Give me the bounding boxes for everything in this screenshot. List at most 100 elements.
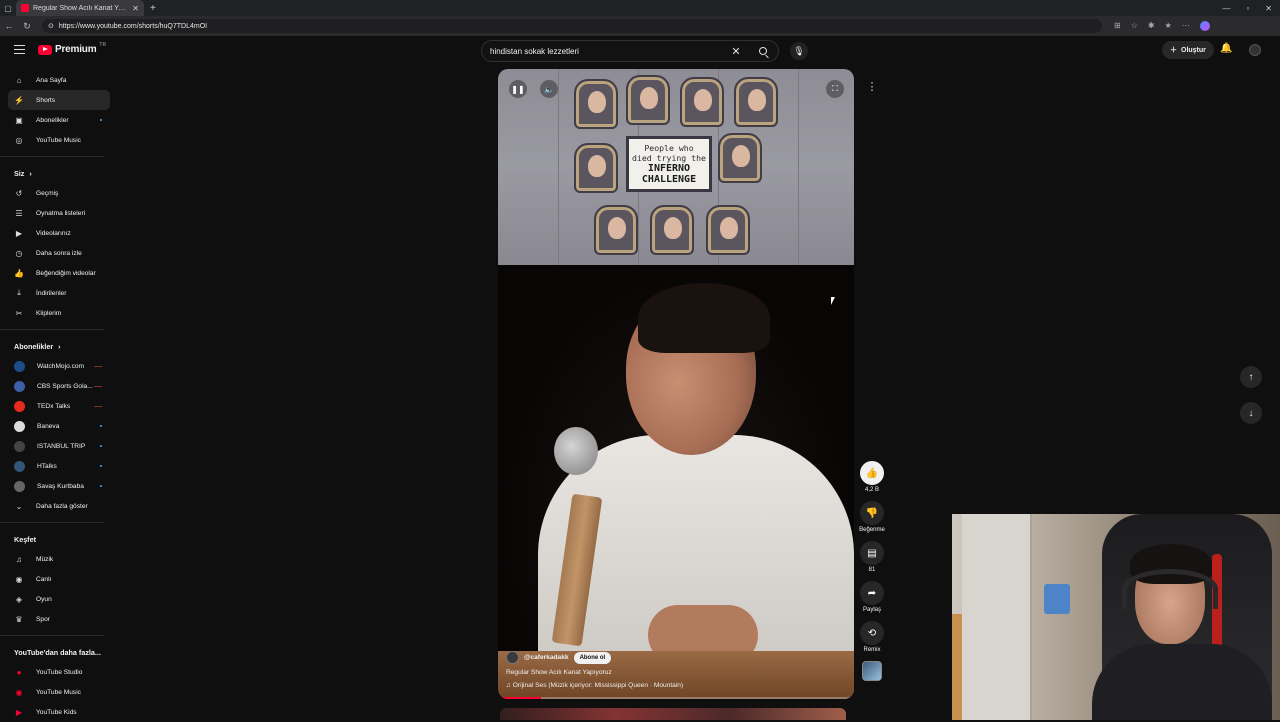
sidebar-item-youtube-music-app[interactable]: ◉ YouTube Music [0,682,118,702]
hamburger-menu-icon[interactable] [14,45,25,54]
sidebar-channel-savas-kurtbaba[interactable]: Savaş Kurtbaba [0,476,118,496]
site-info-icon[interactable]: ⊙ [48,22,54,30]
new-tab-button[interactable]: + [150,3,156,14]
sidebar-item-label: Daha sonra izle [36,249,82,257]
sidebar-item-music[interactable]: ♫ Müzik [0,549,118,569]
remix-button[interactable]: ⟲ [860,621,884,645]
sidebar-item-label: Abonelikler [36,116,69,124]
voice-search-icon[interactable]: 🎙 [790,42,808,60]
notifications-bell-icon[interactable]: 🔔 [1220,43,1232,54]
fullscreen-button[interactable]: ⛶ [826,80,844,98]
tab-close-icon[interactable]: ✕ [132,4,139,13]
sidebar-item-label: Ana Sayfa [36,76,67,84]
previous-short-button[interactable]: ↑ [1240,366,1262,388]
explore-section-heading: Keşfet [0,529,118,549]
browser-tab[interactable]: Regular Show Acılı Kanat Yapıyoruz ✕ [16,0,144,16]
sidebar-item-subscriptions[interactable]: ▣ Abonelikler [0,110,118,130]
extensions-icon[interactable]: ✱ [1148,21,1155,31]
sidebar-item-clips[interactable]: ✂ Kliplerim [0,303,118,323]
cartoon-panel: People who died trying the INFERNO CHALL… [498,69,854,265]
more-icon[interactable]: ⋯ [1182,21,1190,31]
subscriptions-section-heading[interactable]: Abonelikler › [0,336,118,356]
more-options-icon[interactable]: ⋮ [866,80,878,98]
sidebar-item-gaming[interactable]: ◈ Oyun [0,589,118,609]
short-title[interactable]: Regular Show Acılı Kanat Yapıyoruz [506,669,836,676]
sidebar-item-history[interactable]: ↺ Geçmiş [0,183,118,203]
new-content-dot [100,465,102,467]
sidebar-item-liked-videos[interactable]: 👍 Beğendiğim videolar [0,263,118,283]
webcam-overlay [952,514,1280,720]
sound-link[interactable]: ♫ Orijinal Ses (Müzik içeriyor: Mississi… [506,682,836,689]
sidebar-item-playlists[interactable]: ☰ Oynatma listeleri [0,203,118,223]
sidebar-item-youtube-kids[interactable]: ▶ YouTube Kids [0,702,118,722]
sidebar-item-sports[interactable]: ♛ Spor [0,609,118,629]
sound-thumbnail[interactable] [862,661,882,681]
sidebar-channel-watchmojo[interactable]: WatchMojo.com [0,356,118,376]
dislike-button[interactable]: 👎 [860,501,884,525]
sidebar-channel-istanbul-trip[interactable]: ISTANBUL TRIP [0,436,118,456]
portrait-frame [626,75,670,125]
show-more-button[interactable]: ⌄ Daha fazla göster [0,496,118,516]
account-avatar[interactable] [1249,44,1261,56]
search-input[interactable]: hindistan sokak lezzetleri [490,47,724,56]
like-button[interactable]: 👍 [860,461,884,485]
you-section-heading[interactable]: Siz › [0,163,118,183]
search-button[interactable] [748,41,778,61]
progress-bar[interactable] [498,697,854,699]
create-button[interactable]: ＋ Oluştur [1162,41,1214,59]
portrait-frame [706,205,750,255]
favorites-icon[interactable]: ★ [1165,21,1172,31]
reload-icon[interactable]: ↻ [18,21,36,32]
copilot-icon[interactable] [1199,21,1210,31]
microphone-windscreen [554,427,598,475]
channel-label: ISTANBUL TRIP [37,442,86,450]
sidebar-item-label: Videolarınız [36,229,71,237]
channel-label: CBS Sports Gola... [37,382,93,390]
sidebar-item-youtube-studio[interactable]: ● YouTube Studio [0,662,118,682]
shorts-player[interactable]: People who died trying the INFERNO CHALL… [498,69,854,699]
sidebar-item-watch-later[interactable]: ◷ Daha sonra izle [0,243,118,263]
back-icon[interactable]: ← [0,21,18,31]
sidebar-channel-cbs-sports[interactable]: CBS Sports Gola... [0,376,118,396]
url-field[interactable]: ⊙ https://www.youtube.com/shorts/huQ7TDL… [42,19,1102,33]
sidebar-channel-tedx[interactable]: TEDx Talks [0,396,118,416]
pause-button[interactable]: ❚❚ [509,80,527,98]
sidebar-item-downloads[interactable]: ⤓ İndirilenler [0,283,118,303]
minimize-icon[interactable]: — [1222,4,1230,13]
share-label: Paylaş [862,607,881,613]
sidebar-item-home[interactable]: ⌂ Ana Sayfa [0,70,118,90]
gaming-icon: ◈ [15,594,23,604]
next-short-preview[interactable] [500,708,846,720]
clear-search-icon[interactable]: ✕ [724,45,748,58]
subscribe-button[interactable]: Abone ol [573,651,612,664]
logo-text: Premium [55,44,97,55]
next-short-button[interactable]: ↓ [1240,402,1262,424]
comments-action: ▤ 81 [859,541,885,573]
share-button[interactable]: ➦ [860,581,884,605]
sidebar-item-youtube-music[interactable]: ◎ YouTube Music [0,130,118,150]
sidebar-channel-htalks[interactable]: HTalks [0,456,118,476]
sidebar-item-shorts[interactable]: ⚡ Shorts [8,90,110,110]
favorite-star-icon[interactable]: ☆ [1131,21,1138,31]
new-content-dot [100,445,102,447]
divider [0,329,104,330]
maximize-icon[interactable]: ▫ [1246,4,1249,13]
close-window-icon[interactable]: ✕ [1265,4,1272,13]
comments-button[interactable]: ▤ [860,541,884,565]
sidebar-item-live[interactable]: ◉ Canlı [0,569,118,589]
address-bar: ← ↻ ⊙ https://www.youtube.com/shorts/huQ… [0,16,1280,36]
portrait-frame [594,205,638,255]
sign-line-big: INFERNO [647,163,691,174]
channel-name[interactable]: @caferkadakk [524,654,569,661]
youtube-logo[interactable]: Premium TR [38,42,106,55]
volume-button[interactable]: 🔈 [540,80,558,98]
channel-avatar[interactable] [506,651,519,664]
channel-label: Baneva [37,422,60,430]
search-box[interactable]: hindistan sokak lezzetleri ✕ [481,40,779,62]
youtube-favicon-icon [21,4,29,12]
window-menu-icon[interactable]: ▢ [0,0,16,16]
section-heading-label: Siz [14,168,25,178]
sidebar-channel-baneva[interactable]: Baneva [0,416,118,436]
app-install-icon[interactable]: ⊞ [1114,21,1121,31]
sidebar-item-your-videos[interactable]: ▶ Videolarınız [0,223,118,243]
